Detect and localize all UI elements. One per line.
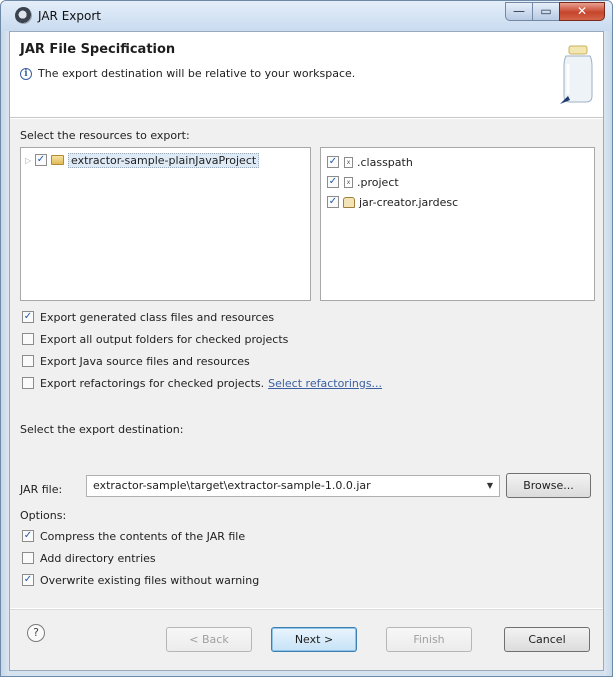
page-title: JAR File Specification [20, 42, 176, 57]
wizard-header: JAR File Specification i The export dest… [10, 32, 603, 118]
jar-icon [560, 45, 593, 104]
maximize-button[interactable]: ▭ [532, 2, 560, 21]
option-overwrite[interactable]: ✓ Overwrite existing files without warni… [22, 572, 259, 588]
dropdown-arrow-icon[interactable]: ▼ [487, 476, 493, 496]
info-icon: i [20, 68, 32, 80]
java-source-checkbox[interactable] [22, 355, 34, 367]
option-java-source[interactable]: Export Java source files and resources [22, 353, 250, 369]
select-refactorings-link[interactable]: Select refactorings... [268, 377, 382, 390]
dialog-window: JAR Export — ▭ ✕ JAR File Specification … [0, 0, 613, 677]
jar-file-combo[interactable]: extractor-sample\target\extractor-sample… [86, 475, 500, 497]
project-folder-icon [51, 155, 64, 165]
jar-file-value: extractor-sample\target\extractor-sample… [93, 479, 371, 492]
refactorings-checkbox[interactable] [22, 377, 34, 389]
resource-tree[interactable]: ▷ ✓ extractor-sample-plainJavaProject [20, 147, 311, 301]
file-label: .project [357, 175, 399, 189]
browse-button[interactable]: Browse... [506, 473, 591, 498]
project-file-checkbox[interactable]: ✓ [327, 176, 339, 188]
close-button[interactable]: ✕ [559, 2, 605, 21]
dialog-content: JAR File Specification i The export dest… [9, 31, 604, 671]
file-icon: x [344, 156, 353, 168]
option-label: Add directory entries [40, 551, 156, 565]
option-label: Compress the contents of the JAR file [40, 529, 246, 543]
window-border-right [604, 31, 612, 676]
classpath-checkbox[interactable]: ✓ [327, 156, 339, 168]
tree-row-project[interactable]: ▷ ✓ extractor-sample-plainJavaProject [25, 152, 260, 168]
window-title: JAR Export [38, 9, 101, 23]
overwrite-checkbox[interactable]: ✓ [22, 574, 34, 586]
option-compress[interactable]: ✓ Compress the contents of the JAR file [22, 528, 245, 544]
jardesc-file-icon [343, 196, 355, 208]
header-message: The export destination will be relative … [38, 67, 356, 80]
next-button[interactable]: Next > [271, 627, 357, 652]
option-label: Export Java source files and resources [40, 354, 250, 368]
option-label: Export refactorings for checked projects… [40, 376, 265, 390]
project-label[interactable]: extractor-sample-plainJavaProject [68, 152, 260, 168]
option-label: Export generated class files and resourc… [40, 310, 275, 324]
option-label: Overwrite existing files without warning [40, 573, 260, 587]
file-item-classpath[interactable]: ✓ x .classpath [327, 154, 413, 170]
option-directory-entries[interactable]: Add directory entries [22, 550, 156, 566]
eclipse-app-icon [15, 7, 32, 24]
output-folders-checkbox[interactable] [22, 333, 34, 345]
destination-label: Select the export destination: [20, 423, 184, 436]
title-bar[interactable]: JAR Export — ▭ ✕ [1, 1, 612, 31]
compress-checkbox[interactable]: ✓ [22, 530, 34, 542]
file-item-jardesc[interactable]: ✓ jar-creator.jardesc [327, 194, 458, 210]
minimize-button[interactable]: — [505, 2, 533, 21]
file-icon: x [344, 176, 353, 188]
options-label: Options: [20, 509, 67, 522]
resources-label: Select the resources to export: [20, 129, 190, 142]
option-refactorings[interactable]: Export refactorings for checked projects… [22, 375, 382, 391]
finish-button[interactable]: Finish [386, 627, 472, 652]
jar-file-label: JAR file: [20, 483, 63, 496]
help-icon[interactable]: ? [27, 624, 45, 642]
wizard-body: Select the resources to export: ▷ ✓ extr… [10, 119, 603, 608]
resource-file-list[interactable]: ✓ x .classpath ✓ x .project ✓ jar-creato… [320, 147, 595, 301]
wizard-footer: ? < Back Next > Finish Cancel [10, 609, 603, 670]
file-label: jar-creator.jardesc [359, 195, 459, 209]
jardesc-checkbox[interactable]: ✓ [327, 196, 339, 208]
expand-arrow-icon[interactable]: ▷ [25, 156, 35, 165]
file-item-project[interactable]: ✓ x .project [327, 174, 399, 190]
back-button[interactable]: < Back [166, 627, 252, 652]
option-generated-class-files[interactable]: ✓ Export generated class files and resou… [22, 309, 274, 325]
file-label: .classpath [357, 155, 413, 169]
cancel-button[interactable]: Cancel [504, 627, 590, 652]
option-output-folders[interactable]: Export all output folders for checked pr… [22, 331, 288, 347]
directory-entries-checkbox[interactable] [22, 552, 34, 564]
option-label: Export all output folders for checked pr… [40, 332, 289, 346]
window-border-left [1, 31, 9, 676]
generated-class-files-checkbox[interactable]: ✓ [22, 311, 34, 323]
project-checkbox[interactable]: ✓ [35, 154, 47, 166]
